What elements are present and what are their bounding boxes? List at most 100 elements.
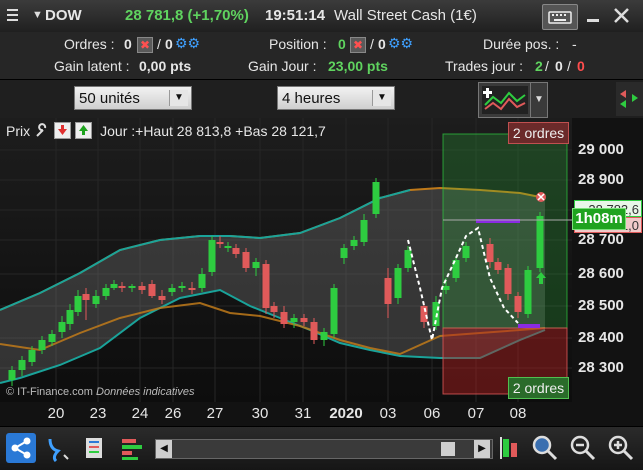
orders-label: Ordres : xyxy=(64,36,115,52)
candle-body xyxy=(330,288,338,334)
watermark-note: Données indicatives xyxy=(96,386,195,398)
wrench-icon[interactable] xyxy=(34,122,50,139)
candle-body xyxy=(74,296,82,312)
instrument-name: Wall Street Cash (1€) xyxy=(334,7,477,24)
minimize-icon[interactable] xyxy=(582,4,606,28)
latent-gain-label: Gain latent : xyxy=(54,58,130,74)
candle-body xyxy=(128,286,136,288)
sell-order-icon[interactable] xyxy=(54,122,72,139)
candle-body xyxy=(118,286,126,288)
position-slash: / xyxy=(370,36,374,52)
period-select-value: 4 heures xyxy=(282,90,341,107)
orders-top-tag[interactable]: 2 ordres xyxy=(508,122,569,144)
candle-body xyxy=(350,240,358,246)
scroll-right-icon[interactable]: ▶ xyxy=(474,440,490,458)
orders-bottom-tag[interactable]: 2 ordres xyxy=(508,377,569,399)
duration-label: Durée pos. : xyxy=(483,36,560,52)
indicators-dropdown-icon[interactable]: ▼ xyxy=(530,82,548,118)
candle-body xyxy=(92,296,100,304)
x-axis[interactable]: 20 23 24 26 27 30 31 2020 03 06 07 08 xyxy=(0,402,572,426)
chart-scrollbar[interactable]: ◀ ▶ xyxy=(155,439,493,459)
cursor-icon[interactable] xyxy=(497,433,527,463)
selector-bar: 50 unités ▼ 4 heures ▼ ▼ xyxy=(0,80,643,118)
clock: 19:51:14 xyxy=(265,7,326,24)
symbol-dropdown-icon[interactable]: ▼ xyxy=(32,9,43,21)
y-tick-label: 28 400 xyxy=(578,329,624,346)
candle-body xyxy=(82,294,90,300)
candle-body xyxy=(486,244,494,262)
orders-count: 0 xyxy=(124,36,132,52)
candle-body xyxy=(216,242,224,244)
price-change: 28 781,8 (+1,70%) xyxy=(125,7,249,24)
candle-body xyxy=(18,360,26,370)
duration-value: - xyxy=(572,36,577,52)
zoom-fit-icon[interactable] xyxy=(529,433,559,463)
trades-loss: 0 xyxy=(577,58,585,74)
close-icon[interactable] xyxy=(610,4,634,28)
take-profit-zone[interactable] xyxy=(442,133,568,329)
x-tick-label: 03 xyxy=(379,405,397,422)
indicators-button[interactable] xyxy=(478,82,532,118)
zoom-in-icon[interactable] xyxy=(605,433,635,463)
scroll-thumb[interactable] xyxy=(441,442,455,456)
cancel-orders-icon[interactable]: ✖ xyxy=(137,37,153,53)
trades-label: Trades jour : xyxy=(445,58,524,74)
close-order-icon[interactable] xyxy=(536,192,546,202)
title-bar: ▼ DOW 28 781,8 (+1,70%) 19:51:14 Wall St… xyxy=(0,0,643,33)
candle-body xyxy=(232,248,240,254)
share-icon[interactable] xyxy=(6,433,36,463)
candle-body xyxy=(28,350,36,362)
position-settings-icon[interactable]: ⚙⚙ xyxy=(388,35,413,52)
candle-body xyxy=(340,248,348,258)
candle-body xyxy=(524,270,532,314)
candle-body xyxy=(158,296,166,300)
candle-body xyxy=(208,240,216,272)
candle-body xyxy=(494,262,502,270)
x-tick-label: 06 xyxy=(423,405,441,422)
keyboard-icon[interactable] xyxy=(542,4,578,30)
y-tick-label: 28 500 xyxy=(578,297,624,314)
x-tick-label: 07 xyxy=(467,405,485,422)
candle-body xyxy=(178,286,186,288)
price-chart[interactable] xyxy=(0,118,572,402)
orders-slash: / xyxy=(157,36,161,52)
y-tick-label: 28 600 xyxy=(578,265,624,282)
orders-settings-icon[interactable]: ⚙⚙ xyxy=(175,35,200,52)
orders-panel: Ordres : 0 ✖ / 0 ⚙⚙ Position : 0 ✖ / 0 ⚙… xyxy=(0,32,643,80)
link-icon[interactable] xyxy=(42,433,72,463)
candle-body xyxy=(138,286,146,290)
x-tick-label: 20 xyxy=(47,405,65,422)
side-panel-toggle[interactable] xyxy=(616,82,643,116)
y-axis[interactable]: 29 00028 90028 80028 70028 60028 50028 4… xyxy=(572,118,643,426)
bars-icon[interactable] xyxy=(118,433,148,463)
candle-body xyxy=(8,370,16,380)
symbol-name[interactable]: DOW xyxy=(45,7,82,24)
candle-body xyxy=(188,288,196,290)
candle-body xyxy=(262,264,270,308)
candle-body xyxy=(224,246,232,248)
y-tick-label: 28 300 xyxy=(578,359,624,376)
list-icon[interactable] xyxy=(80,433,110,463)
orders-count-2: 0 xyxy=(165,36,173,52)
candle-body xyxy=(290,318,298,322)
chevron-down-icon: ▼ xyxy=(372,90,391,106)
legend-prefix: Prix xyxy=(6,122,31,139)
x-tick-label: 24 xyxy=(131,405,149,422)
candle-body xyxy=(242,252,250,268)
hamburger-icon[interactable] xyxy=(6,6,19,24)
scroll-left-icon[interactable]: ◀ xyxy=(156,440,172,458)
close-position-icon[interactable]: ✖ xyxy=(350,37,366,53)
period-select[interactable]: 4 heures ▼ xyxy=(277,86,395,110)
chart-area[interactable]: Prix Jour :+Haut 28 813,8 +Bas 28 121,7 … xyxy=(0,118,643,402)
candle-body xyxy=(536,216,544,268)
trades-flat: 0 xyxy=(555,58,563,74)
zoom-out-icon[interactable] xyxy=(567,433,597,463)
candle-body xyxy=(102,288,110,296)
buy-order-icon[interactable] xyxy=(75,122,93,139)
candle-body xyxy=(48,334,56,342)
day-gain-value: 23,00 pts xyxy=(328,58,388,74)
candle-body xyxy=(168,288,176,292)
candle-body xyxy=(148,284,156,296)
y-tick-label: 29 000 xyxy=(578,141,624,158)
units-select[interactable]: 50 unités ▼ xyxy=(74,86,192,110)
